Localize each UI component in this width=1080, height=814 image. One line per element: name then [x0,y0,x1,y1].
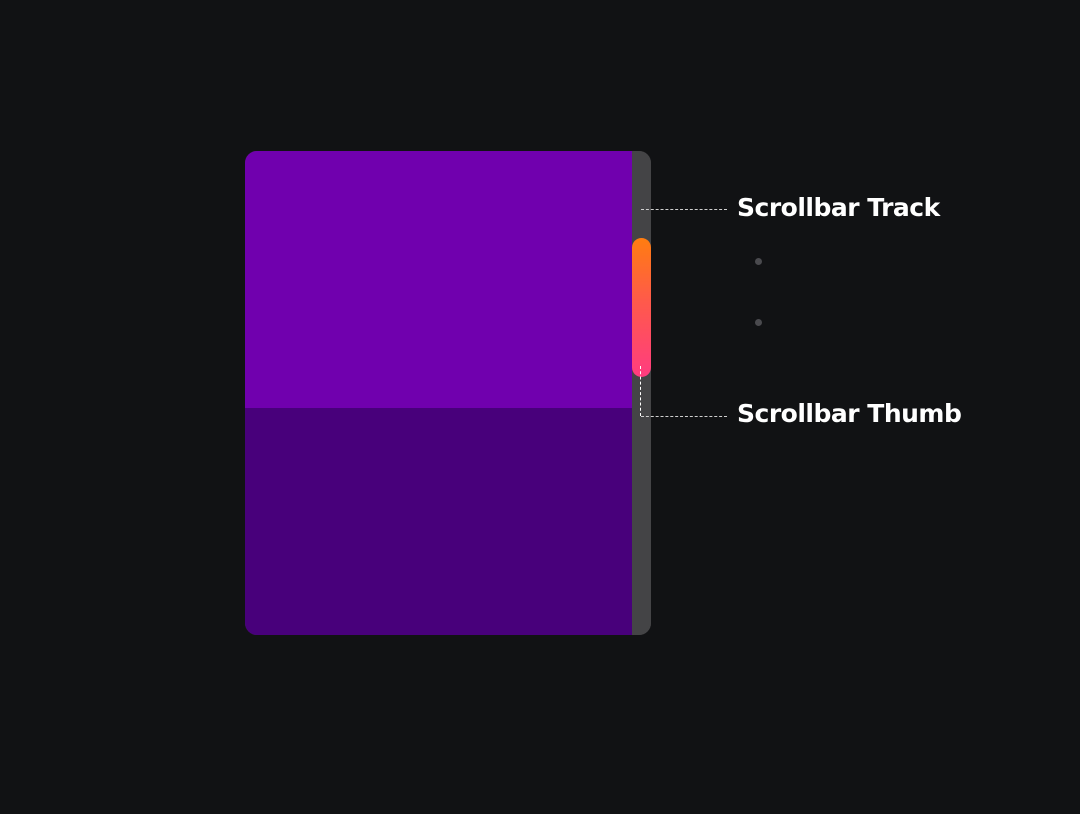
thumb-connector-vertical-line [640,366,641,416]
scrollbar-track[interactable] [632,151,651,635]
content-area-top [245,151,632,408]
track-connector-line [641,209,727,210]
scroll-container [245,151,651,635]
content-area-bottom [245,408,632,635]
scrollbar-thumb[interactable] [632,238,651,377]
decorative-dot [755,258,762,265]
scrollbar-thumb-label: Scrollbar Thumb [737,399,962,428]
thumb-connector-line [641,416,727,417]
scrollbar-track-label: Scrollbar Track [737,193,940,222]
decorative-dot [755,319,762,326]
